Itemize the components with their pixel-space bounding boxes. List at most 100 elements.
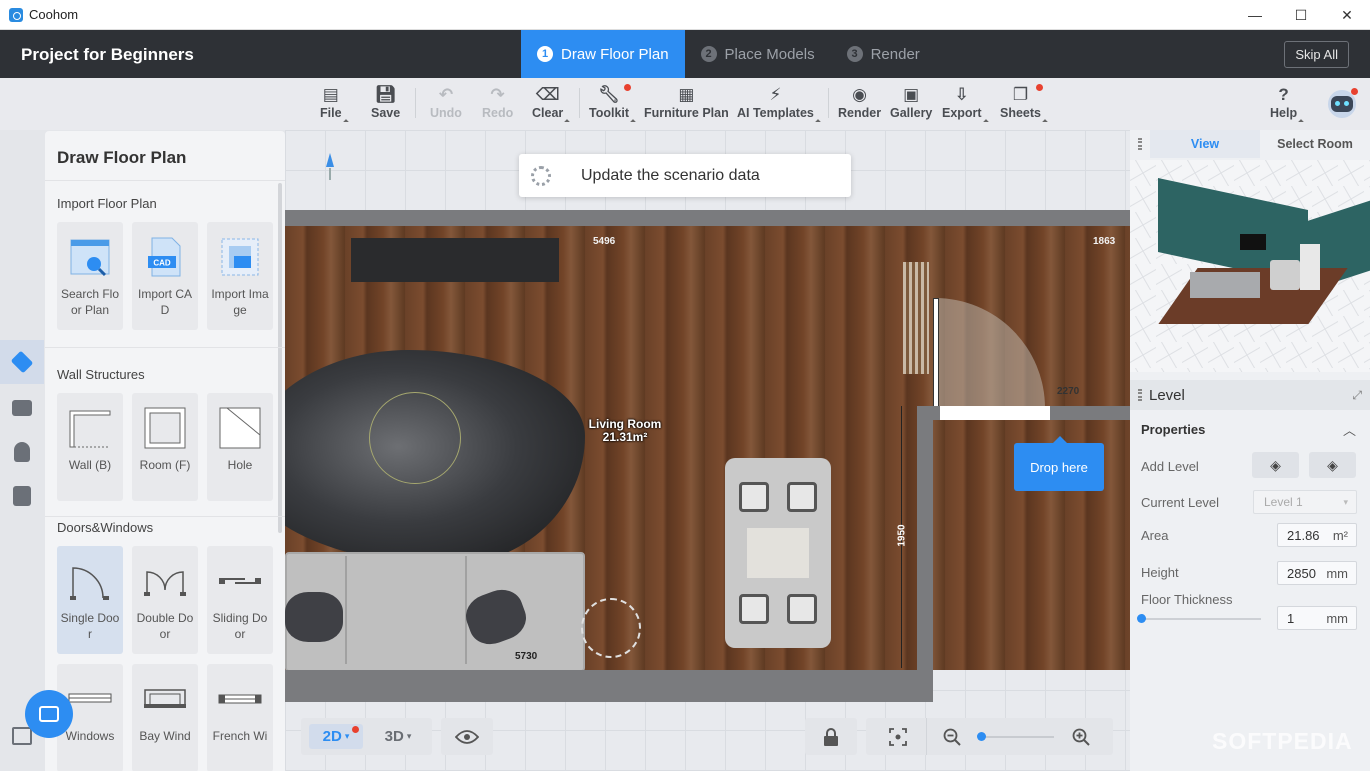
dining-table-model[interactable] bbox=[725, 458, 831, 648]
zoom-slider-track[interactable] bbox=[978, 736, 1054, 738]
step-number: 1 bbox=[537, 46, 553, 62]
room-icon bbox=[142, 405, 188, 451]
area-field[interactable]: 21.86 m² bbox=[1277, 523, 1357, 547]
chat-support-button[interactable] bbox=[25, 690, 73, 738]
lock-button[interactable] bbox=[805, 718, 857, 755]
expand-icon[interactable]: ⤢ bbox=[1352, 388, 1362, 403]
section-divider bbox=[45, 347, 285, 348]
search-floor-plan-card[interactable]: Search Floor Plan bbox=[57, 222, 123, 330]
rail-floor-plan[interactable] bbox=[0, 340, 44, 384]
undo-icon: ↶ bbox=[438, 85, 454, 104]
maximize-button[interactable]: ☐ bbox=[1278, 0, 1324, 30]
step-label: Place Models bbox=[724, 45, 815, 63]
tool-label: Redo bbox=[482, 106, 514, 120]
toolkit-button[interactable]: 🔧︎ Toolkit bbox=[589, 84, 636, 126]
floor-lamp-model[interactable] bbox=[581, 598, 641, 658]
save-icon: 💾︎ bbox=[374, 85, 397, 104]
current-level-select[interactable]: Level 1 ▾ bbox=[1253, 490, 1357, 514]
layout-icon[interactable] bbox=[12, 727, 32, 745]
wall-bottom[interactable] bbox=[285, 670, 933, 702]
height-field[interactable]: 2850 mm bbox=[1277, 561, 1357, 585]
bay-window-card[interactable]: Bay Wind bbox=[132, 664, 198, 771]
gallery-button[interactable]: ▣ Gallery bbox=[890, 84, 932, 126]
close-button[interactable]: ✕ bbox=[1324, 0, 1370, 30]
card-label: Room (F) bbox=[139, 458, 191, 472]
floor-thickness-field[interactable]: 1 mm bbox=[1277, 606, 1357, 630]
step-number: 2 bbox=[700, 46, 717, 62]
zoom-in-button[interactable] bbox=[1059, 718, 1103, 755]
chevron-up-icon[interactable]: ︿ bbox=[1343, 420, 1356, 439]
zoom-out-button[interactable] bbox=[930, 718, 974, 755]
import-image-card[interactable]: Import Image bbox=[207, 222, 273, 330]
tab-view[interactable]: View bbox=[1150, 130, 1260, 158]
floor-plan-canvas[interactable]: 5496 1863 2270 5730 1950 Living Room 21.… bbox=[285, 130, 1130, 771]
skip-all-button[interactable]: Skip All bbox=[1284, 41, 1349, 68]
dimension-bottom: 5730 bbox=[515, 651, 538, 662]
export-button[interactable]: ⇩ Export bbox=[942, 84, 989, 126]
redo-icon: ↷ bbox=[490, 85, 505, 104]
app-name: Coohom bbox=[29, 7, 79, 22]
dimension-top-left: 5496 bbox=[593, 236, 616, 247]
zoom-slider-handle[interactable] bbox=[977, 732, 986, 741]
eye-icon bbox=[455, 729, 479, 744]
help-button[interactable]: ? Help bbox=[1270, 84, 1304, 126]
step-draw-floor-plan[interactable]: 1 Draw Floor Plan bbox=[521, 30, 685, 78]
room-tool-card[interactable]: Room (F) bbox=[132, 393, 198, 501]
visibility-button[interactable] bbox=[441, 718, 493, 755]
rail-models[interactable] bbox=[0, 386, 44, 430]
redo-button[interactable]: ↷ Redo bbox=[482, 84, 513, 126]
card-label: Single Door bbox=[60, 611, 120, 641]
help-icon: ? bbox=[1278, 85, 1289, 104]
view-2d-button[interactable]: 2D ▾ bbox=[309, 724, 363, 749]
add-level-below-button[interactable]: ◈ bbox=[1309, 452, 1356, 478]
minimize-button[interactable]: — bbox=[1232, 0, 1278, 30]
sliding-door-card[interactable]: Sliding Door bbox=[207, 546, 273, 654]
file-menu-button[interactable]: ▤ File bbox=[320, 84, 349, 126]
rail-user[interactable] bbox=[0, 430, 44, 474]
3d-preview-viewport[interactable] bbox=[1130, 160, 1370, 372]
french-window-card[interactable]: French Wi bbox=[207, 664, 273, 771]
chevron-down-icon: ▾ bbox=[344, 731, 350, 741]
view-3d-button[interactable]: 3D ▾ bbox=[373, 724, 423, 749]
step-render[interactable]: 3 Render bbox=[831, 30, 936, 78]
dining-chair bbox=[739, 482, 769, 512]
panel-scrollbar[interactable] bbox=[278, 183, 282, 533]
dropdown-caret-icon bbox=[630, 119, 636, 125]
import-cad-card[interactable]: CAD Import CAD bbox=[132, 222, 198, 330]
render-button[interactable]: ◉ Render bbox=[838, 84, 881, 126]
sofa-seam bbox=[345, 556, 347, 664]
tv-cabinet-model[interactable] bbox=[351, 238, 559, 282]
room-label[interactable]: Living Room 21.31m² bbox=[565, 418, 685, 444]
sheets-button[interactable]: ❐ Sheets bbox=[1000, 84, 1048, 126]
double-door-icon bbox=[142, 558, 188, 604]
save-button[interactable]: 💾︎ Save bbox=[371, 84, 400, 126]
add-level-above-button[interactable]: ◈ bbox=[1252, 452, 1299, 478]
user-avatar[interactable] bbox=[1326, 88, 1358, 120]
clear-button[interactable]: ⌫ Clear bbox=[532, 84, 571, 126]
hole-tool-card[interactable]: Hole bbox=[207, 393, 273, 501]
drag-handle-icon[interactable] bbox=[1138, 389, 1142, 401]
ai-templates-button[interactable]: ⚡︎ AI Templates bbox=[737, 84, 821, 126]
step-place-models[interactable]: 2 Place Models bbox=[685, 30, 831, 78]
camera-icon: ◉ bbox=[852, 85, 867, 104]
search-floor-plan-icon bbox=[67, 234, 113, 280]
double-door-card[interactable]: Double Door bbox=[132, 546, 198, 654]
tab-select-room[interactable]: Select Room bbox=[1260, 130, 1370, 158]
door-leaf[interactable] bbox=[933, 298, 939, 410]
floor-thickness-slider-handle[interactable] bbox=[1137, 614, 1146, 623]
wall-top[interactable] bbox=[285, 210, 1130, 226]
wall-right[interactable] bbox=[917, 420, 933, 702]
fit-view-button[interactable] bbox=[876, 718, 920, 755]
undo-button[interactable]: ↶ Undo bbox=[430, 84, 462, 126]
rail-cabinet[interactable] bbox=[0, 474, 44, 518]
section-title-walls: Wall Structures bbox=[57, 367, 145, 382]
furniture-plan-button[interactable]: ▦ Furniture Plan bbox=[644, 84, 729, 126]
tool-label: Gallery bbox=[890, 106, 933, 120]
shelf-model[interactable] bbox=[903, 262, 929, 374]
notification-dot bbox=[1036, 84, 1043, 91]
cad-badge-text: CAD bbox=[153, 259, 171, 268]
floor-thickness-slider-track[interactable] bbox=[1141, 618, 1261, 620]
single-door-card[interactable]: Single Door bbox=[57, 546, 123, 654]
card-label: Import Image bbox=[211, 287, 269, 317]
wall-tool-card[interactable]: Wall (B) bbox=[57, 393, 123, 501]
